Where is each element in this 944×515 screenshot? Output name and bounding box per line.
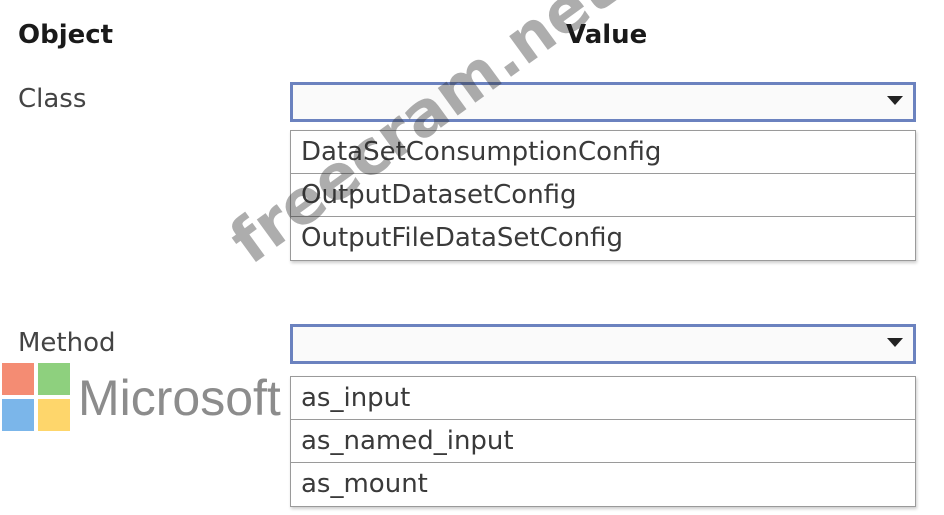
value-column-header: Value (566, 20, 648, 50)
class-option[interactable]: OutputFileDataSetConfig (291, 217, 915, 260)
object-column-header: Object (18, 20, 114, 50)
method-label: Method (18, 328, 116, 358)
microsoft-logo-text: Microsoft (78, 370, 281, 426)
class-options-list: DataSetConsumptionConfig OutputDatasetCo… (290, 130, 916, 261)
method-dropdown[interactable] (290, 324, 916, 364)
microsoft-logo-icon (2, 363, 74, 435)
method-option[interactable]: as_mount (291, 463, 915, 506)
chevron-down-icon[interactable] (887, 96, 903, 105)
logo-square-green (38, 363, 70, 395)
logo-square-blue (2, 399, 34, 431)
method-option[interactable]: as_input (291, 377, 915, 420)
logo-square-red (2, 363, 34, 395)
chevron-down-icon[interactable] (887, 338, 903, 347)
class-option[interactable]: OutputDatasetConfig (291, 174, 915, 217)
logo-square-yellow (38, 399, 70, 431)
class-label: Class (18, 84, 87, 114)
class-dropdown[interactable] (290, 82, 916, 122)
method-option[interactable]: as_named_input (291, 420, 915, 463)
method-options-list: as_input as_named_input as_mount (290, 376, 916, 507)
class-option[interactable]: DataSetConsumptionConfig (291, 131, 915, 174)
